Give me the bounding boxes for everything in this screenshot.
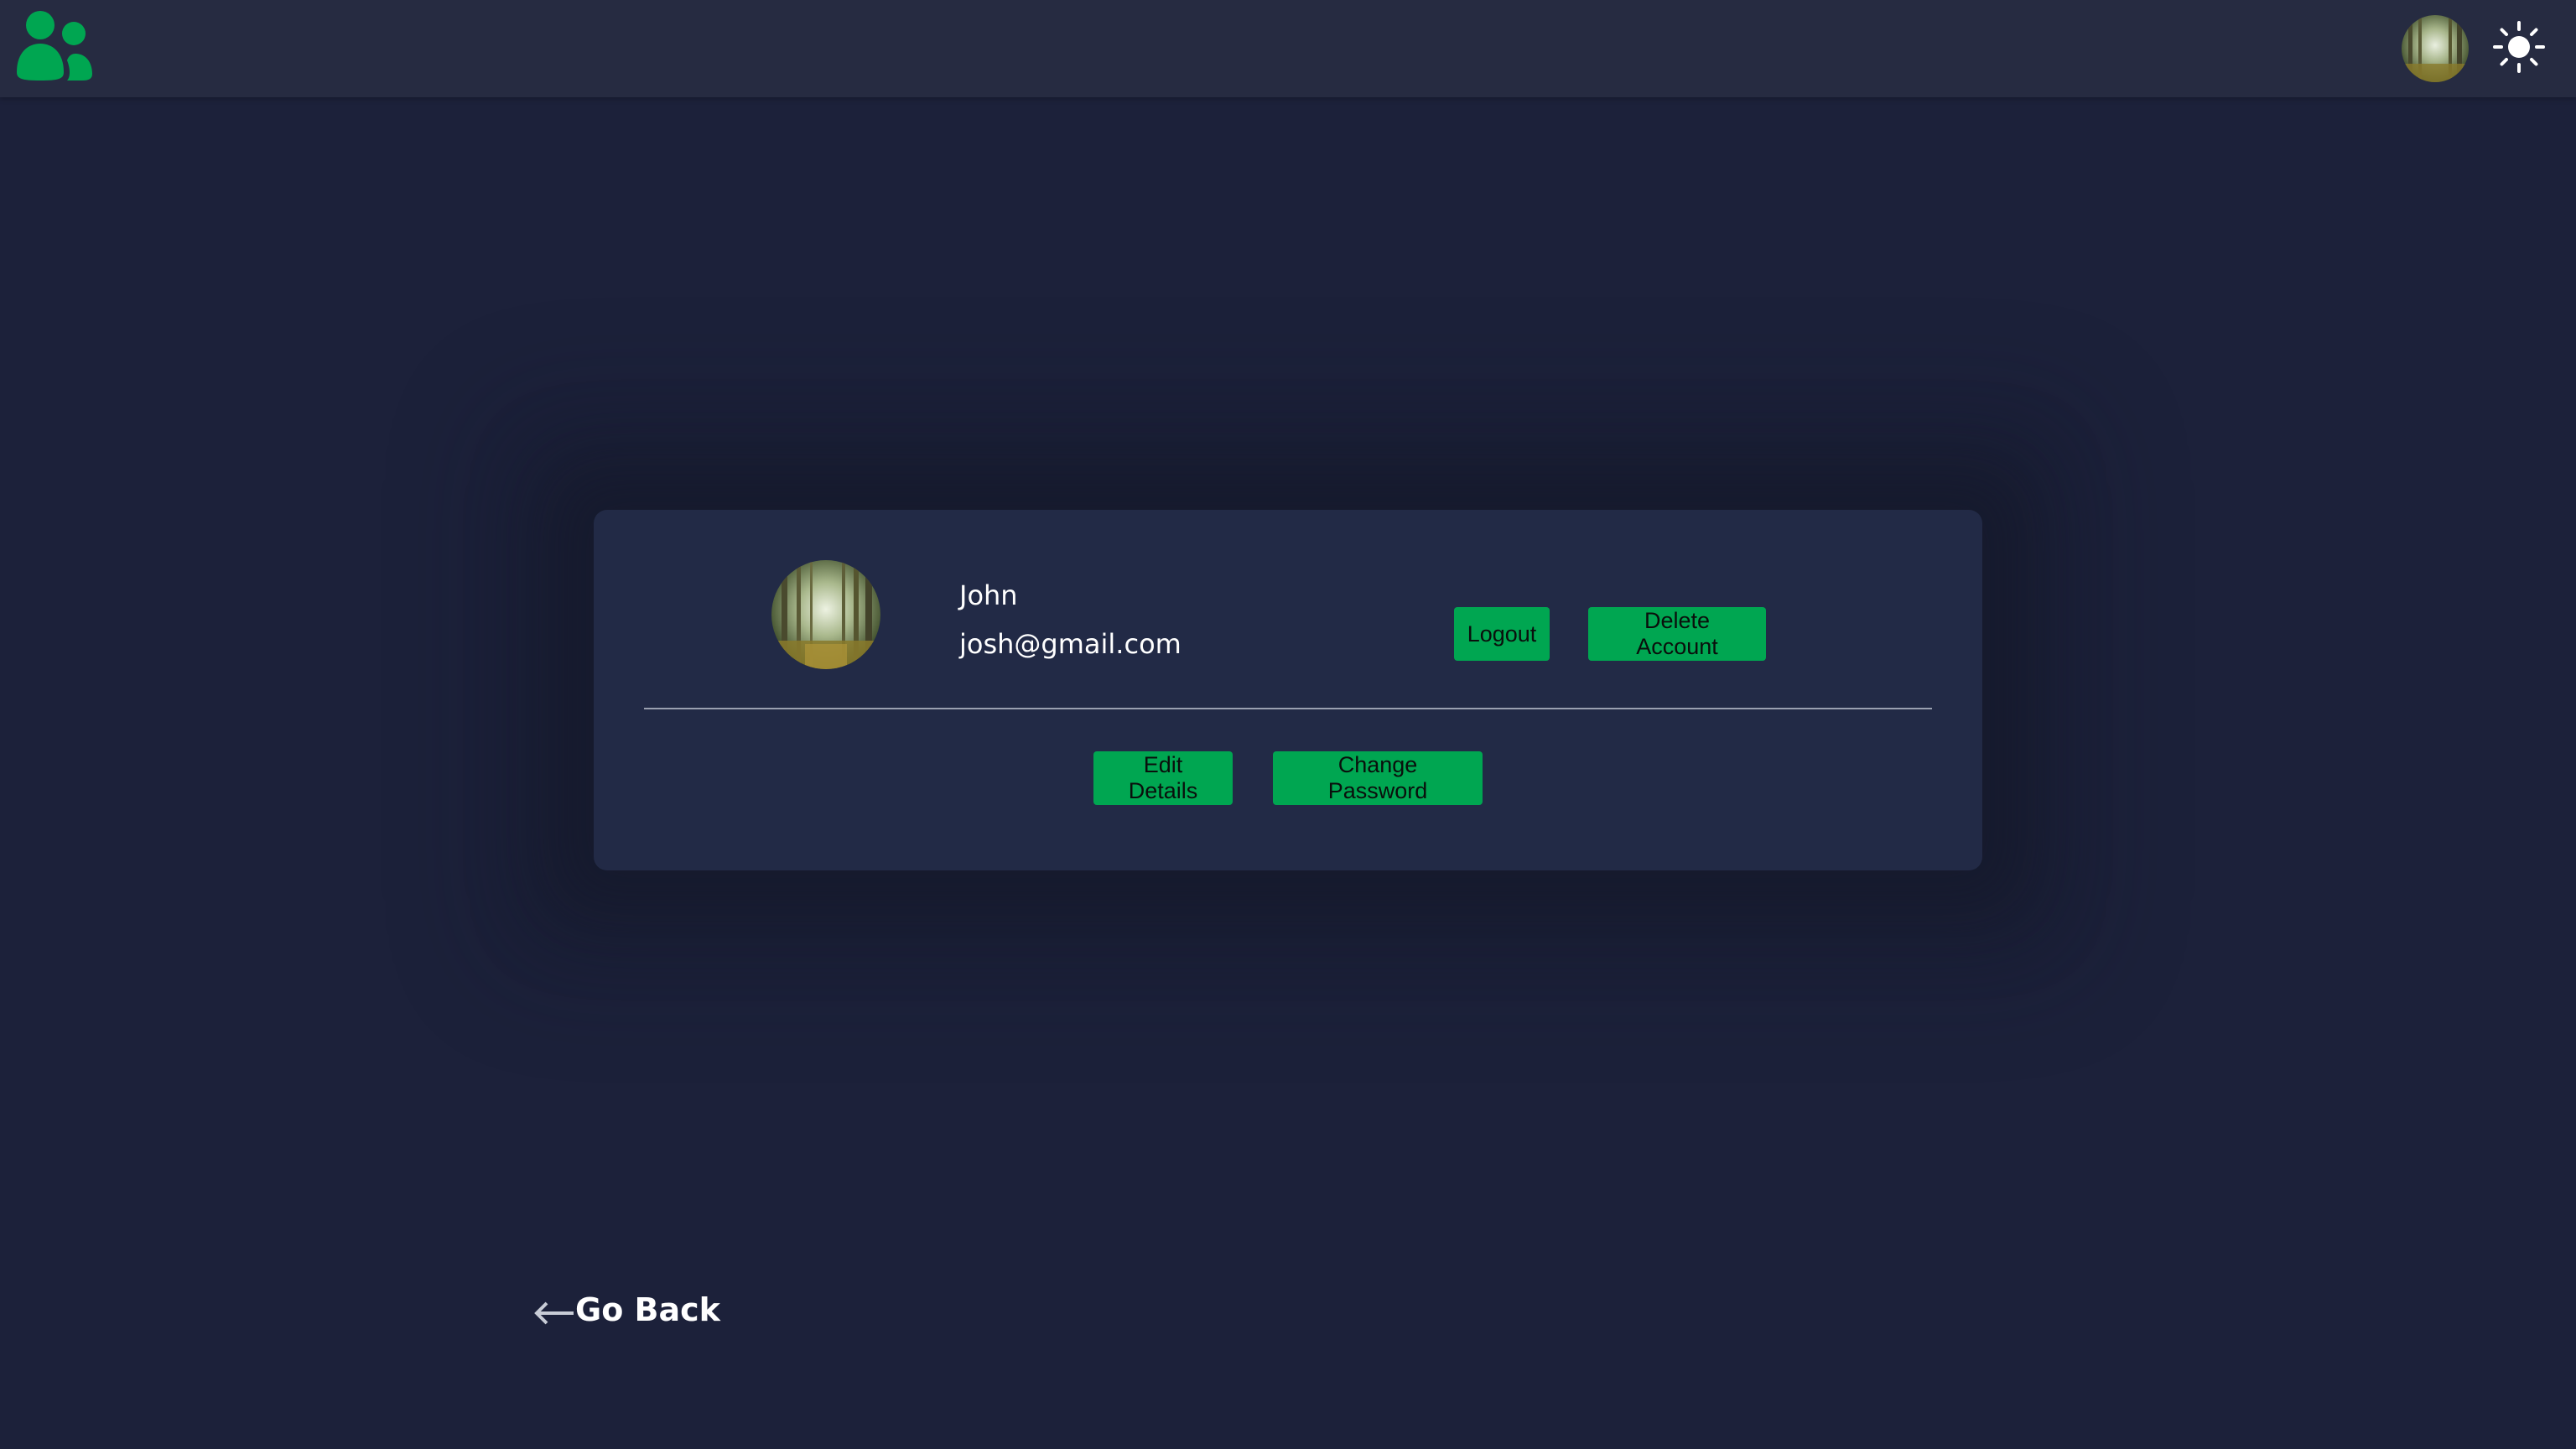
users-group-icon[interactable] bbox=[15, 10, 92, 80]
edit-details-button[interactable]: Edit Details bbox=[1093, 751, 1233, 805]
nav-avatar[interactable] bbox=[2402, 15, 2469, 82]
user-email: josh@gmail.com bbox=[959, 628, 1182, 660]
top-navbar bbox=[0, 0, 2576, 97]
go-back-link[interactable]: Go Back bbox=[532, 1291, 720, 1328]
go-back-label: Go Back bbox=[575, 1291, 720, 1328]
delete-account-button[interactable]: Delete Account bbox=[1588, 607, 1766, 661]
arrow-left-icon bbox=[534, 1301, 574, 1325]
divider bbox=[644, 708, 1932, 709]
profile-card: John josh@gmail.com Logout Delete Accoun… bbox=[594, 510, 1982, 870]
logout-button[interactable]: Logout bbox=[1454, 607, 1550, 661]
change-password-button[interactable]: Change Password bbox=[1273, 751, 1483, 805]
profile-avatar bbox=[771, 560, 880, 669]
user-name: John bbox=[959, 579, 1018, 611]
sun-icon[interactable] bbox=[2492, 20, 2546, 74]
